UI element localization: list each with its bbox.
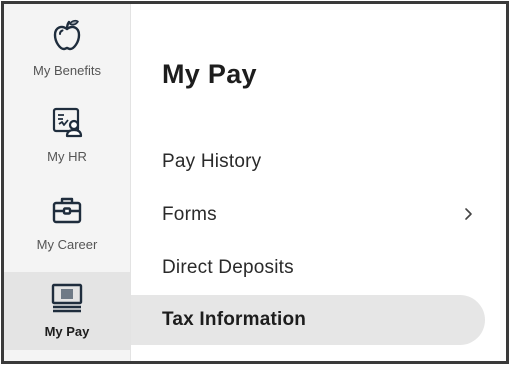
sidebar-item-my-benefits[interactable]: My Benefits bbox=[4, 18, 130, 88]
menu-item-label: Tax Information bbox=[162, 309, 307, 330]
sidebar-item-label: My Pay bbox=[44, 324, 90, 339]
pay-icon bbox=[50, 283, 84, 318]
page-title: My Pay bbox=[162, 59, 257, 89]
chevron-right-icon bbox=[463, 207, 473, 226]
sidebar-item-my-hr[interactable]: My HR bbox=[4, 106, 130, 176]
menu-item-forms[interactable]: Forms bbox=[131, 190, 485, 240]
menu-item-tax-information[interactable]: Tax Information bbox=[131, 295, 485, 345]
menu-item-label: Pay History bbox=[162, 151, 262, 172]
main-panel: My Pay Pay History Forms Direct Deposits… bbox=[131, 4, 506, 361]
sidebar-item-label: My Benefits bbox=[33, 63, 101, 78]
sidebar: My Benefits My HR My Career My Pay bbox=[4, 4, 131, 361]
menu-item-pay-history[interactable]: Pay History bbox=[131, 137, 485, 187]
app-frame: My Benefits My HR My Career My Pay My Pa… bbox=[1, 1, 509, 364]
briefcase-icon bbox=[51, 194, 83, 231]
menu-item-label: Direct Deposits bbox=[162, 257, 294, 278]
sidebar-item-label: My Career bbox=[36, 237, 98, 252]
sidebar-item-label: My HR bbox=[47, 149, 87, 164]
menu-item-direct-deposits[interactable]: Direct Deposits bbox=[131, 243, 485, 293]
sidebar-item-my-career[interactable]: My Career bbox=[4, 194, 130, 264]
menu-item-label: Forms bbox=[162, 204, 217, 225]
sidebar-item-my-pay[interactable]: My Pay bbox=[4, 272, 130, 350]
hr-profile-icon bbox=[51, 106, 83, 143]
apple-icon bbox=[50, 18, 84, 57]
